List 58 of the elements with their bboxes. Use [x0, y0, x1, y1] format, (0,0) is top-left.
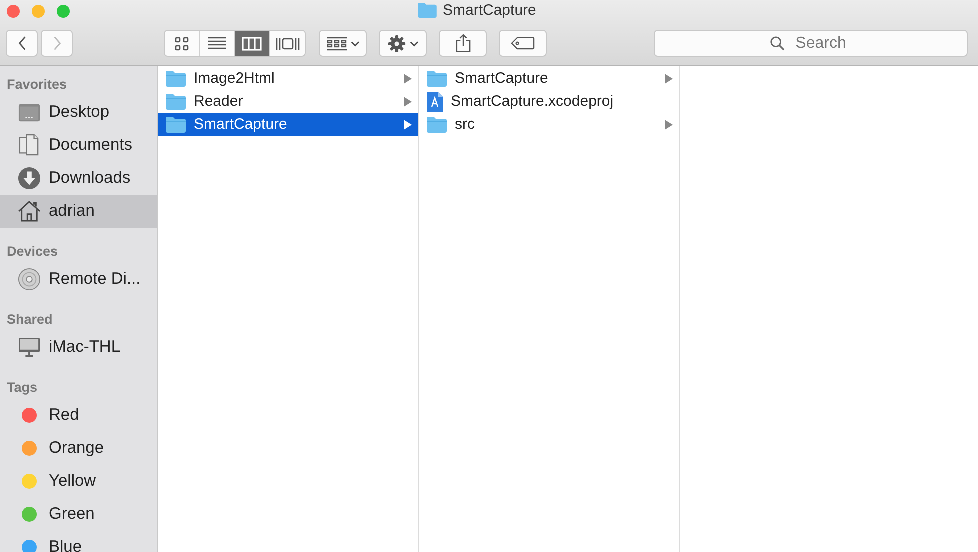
- grid-icon: [175, 36, 189, 50]
- sidebar-item[interactable]: Green: [0, 498, 157, 531]
- gallery-icon: [276, 36, 300, 50]
- close-button[interactable]: [7, 4, 20, 18]
- tag-button[interactable]: [499, 30, 547, 57]
- file-row[interactable]: SmartCapture: [419, 67, 679, 90]
- file-row[interactable]: SmartCapture: [158, 113, 418, 136]
- sidebar-item[interactable]: iMac-THL: [0, 331, 157, 364]
- computer-icon: [18, 337, 41, 358]
- sidebar-item[interactable]: Downloads: [0, 162, 157, 195]
- columns-view-button[interactable]: [235, 31, 270, 56]
- caret-icon: [350, 40, 360, 46]
- folder-icon: [166, 70, 186, 86]
- project-file-icon: [427, 92, 443, 112]
- share-icon: [456, 34, 470, 53]
- folder-icon: [427, 116, 447, 132]
- sidebar-item[interactable]: Blue: [0, 531, 157, 552]
- file-row[interactable]: SmartCapture.xcodeproj: [419, 90, 679, 113]
- sidebar-item[interactable]: Orange: [0, 432, 157, 465]
- folder-icon: [166, 116, 186, 132]
- search-field[interactable]: Search: [654, 30, 968, 57]
- section-heading: Tags: [6, 379, 39, 397]
- chevron-left-icon: [18, 36, 26, 51]
- section-heading: Shared: [6, 311, 54, 329]
- folder-icon: [166, 94, 186, 110]
- sidebar-item[interactable]: Red: [0, 399, 157, 432]
- chevron-right-icon: [52, 36, 62, 51]
- action-button[interactable]: [379, 30, 427, 57]
- sidebar-item[interactable]: adrian: [0, 195, 157, 228]
- file-row[interactable]: src: [419, 113, 679, 136]
- list-icon: [208, 36, 226, 50]
- sidebar-item[interactable]: Yellow: [0, 465, 157, 498]
- documents-icon: [19, 134, 40, 157]
- file-row[interactable]: Reader: [158, 90, 418, 113]
- arrange-grid-icon: [326, 36, 346, 50]
- download-icon: [18, 167, 41, 190]
- sidebar-item[interactable]: Documents: [0, 129, 157, 162]
- gallery-view-button[interactable]: [270, 31, 305, 56]
- back-button[interactable]: [6, 30, 38, 57]
- desktop-icon: [18, 102, 41, 122]
- home-icon: [18, 201, 41, 222]
- window-title: SmartCapture: [443, 2, 536, 19]
- columns-icon: [242, 36, 262, 50]
- folder-icon: [427, 70, 447, 86]
- list-view-button[interactable]: [200, 31, 235, 56]
- share-button[interactable]: [439, 30, 487, 57]
- section-heading: Devices: [6, 243, 60, 261]
- folder-icon: [418, 3, 437, 18]
- caret-icon: [410, 40, 418, 46]
- file-row[interactable]: Image2Html: [158, 67, 418, 90]
- tag-icon: [511, 37, 535, 50]
- arrange-button[interactable]: [319, 30, 367, 57]
- sidebar-item[interactable]: Remote Di...: [0, 263, 157, 296]
- disc-icon: [18, 268, 41, 291]
- sidebar-item[interactable]: Desktop: [0, 96, 157, 129]
- gear-icon: [388, 34, 406, 52]
- section-heading: Favorites: [6, 76, 68, 94]
- icons-view-button[interactable]: [165, 31, 200, 56]
